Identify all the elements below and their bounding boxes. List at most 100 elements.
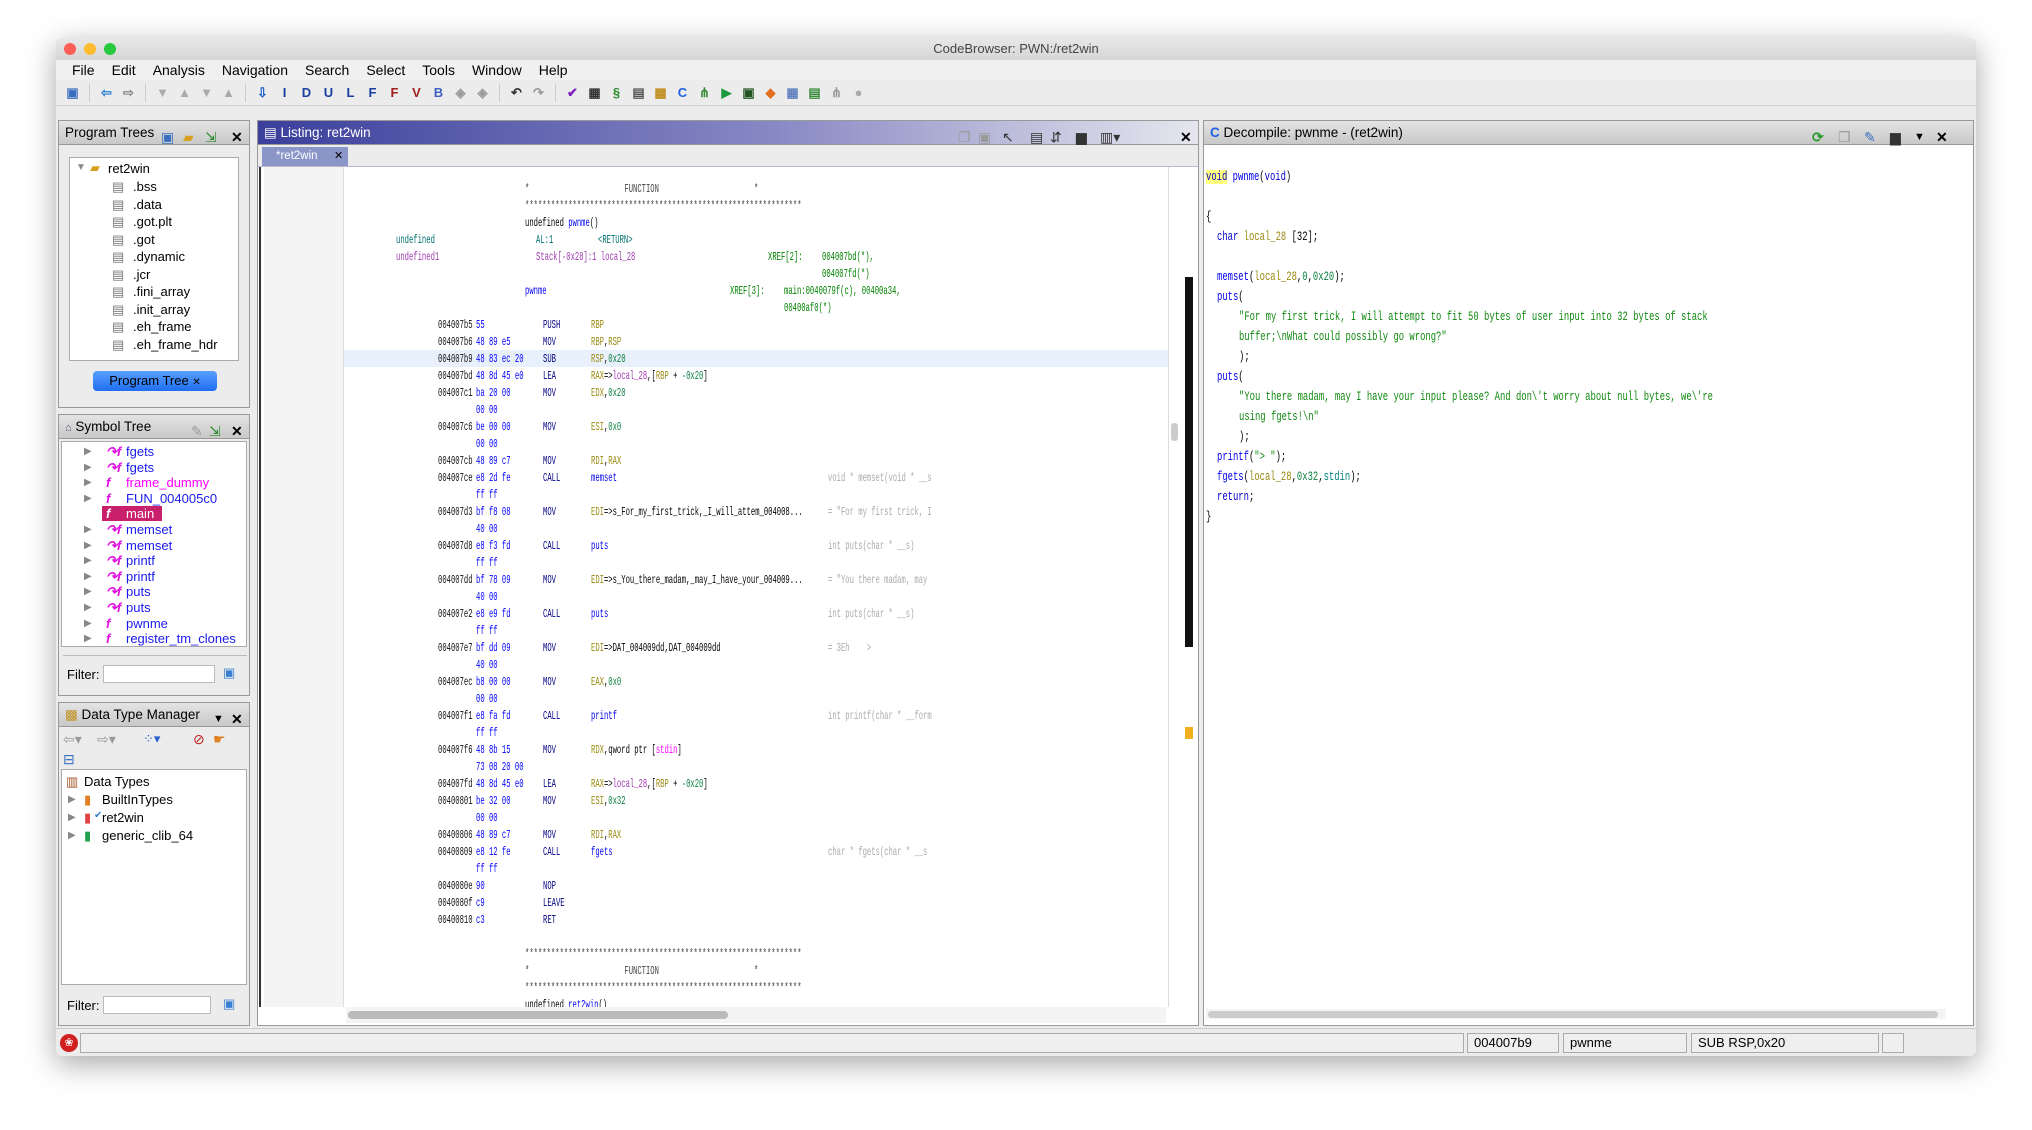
no-function-icon[interactable]: F [386, 84, 403, 101]
vertical-scrollbar[interactable] [1171, 423, 1178, 441]
mnemonic[interactable]: LEA [543, 776, 556, 793]
symbol-filter-input[interactable] [103, 665, 215, 683]
merge-icon[interactable]: ⇲ [205, 125, 217, 149]
close-icon[interactable]: ✕ [231, 125, 243, 149]
decompile-line[interactable]: "You there madam, may I have your input … [1239, 387, 1713, 407]
operands[interactable]: puts [591, 538, 608, 555]
decompile-horizontal-scroll[interactable] [1206, 1009, 1946, 1019]
down-arrow-icon[interactable]: ⇩ [254, 84, 271, 101]
datatype-icon[interactable]: ▩ [652, 84, 669, 101]
decompile-line[interactable]: memset(local_28,0,0x20); [1217, 267, 1345, 287]
function-signature[interactable]: undefined ret2win() [525, 997, 607, 1007]
program-tree-view[interactable]: ▼ ▰ ret2win ▤ .bss ▤ .data ▤ .got.plt ▤ .got ▤ .dyna… [69, 157, 239, 361]
tree-item[interactable]: .init_array [133, 302, 190, 317]
operands[interactable]: EDX,0x20 [591, 385, 626, 402]
tree-item[interactable]: .jcr [133, 267, 150, 282]
operands[interactable]: RDI,RAX [591, 453, 621, 470]
datatype-archive[interactable]: BuiltInTypes [102, 792, 173, 807]
forward-icon[interactable]: ⇨▾ [97, 731, 116, 748]
expand-icon[interactable]: ▶ [84, 586, 92, 597]
address[interactable]: 004007f6 [438, 742, 473, 759]
operands[interactable]: ESI,0x32 [591, 793, 626, 810]
filter-options-icon[interactable]: ▣ [223, 996, 235, 1012]
mnemonic[interactable]: CALL [543, 538, 560, 555]
expand-icon[interactable]: ▶ [68, 812, 76, 823]
operands[interactable]: memset [591, 470, 617, 487]
decompile-line[interactable]: ); [1239, 427, 1250, 447]
expand-icon[interactable]: ▶ [84, 524, 92, 535]
bytes-icon[interactable]: ▦ [586, 84, 603, 101]
expand-icon[interactable]: ▶ [84, 493, 92, 504]
memory-icon[interactable]: ▤ [630, 84, 647, 101]
mnemonic[interactable]: RET [543, 912, 556, 929]
listing-content[interactable]: * FUNCTION * ****************************… [258, 121, 1168, 1007]
save-icon[interactable]: ▣ [64, 84, 81, 101]
function-label[interactable]: pwnme [525, 283, 547, 300]
menu-analysis[interactable]: Analysis [145, 60, 214, 80]
operands[interactable]: fgets [591, 844, 613, 861]
mnemonic[interactable]: NOP [543, 878, 556, 895]
decompile-line[interactable]: buffer;\nWhat could possibly go wrong?" [1239, 327, 1447, 347]
nav-4-icon[interactable]: ▲ [220, 84, 237, 101]
menu-file[interactable]: File [64, 60, 104, 80]
mnemonic[interactable]: MOV [543, 334, 556, 351]
maximize-window-button[interactable] [104, 43, 116, 55]
tree-item[interactable]: .eh_frame [133, 319, 192, 334]
instruction-icon[interactable]: I [276, 84, 293, 101]
decompile-line[interactable]: fgets(local_28,0x32,stdin); [1217, 467, 1361, 487]
expand-icon[interactable]: ▶ [68, 830, 76, 841]
mnemonic[interactable]: MOV [543, 453, 556, 470]
function-icon[interactable]: F [364, 84, 381, 101]
symbol-item[interactable]: printf [126, 569, 155, 584]
new-tree-icon[interactable]: ▣ [161, 125, 174, 149]
address[interactable]: 004007bd [438, 368, 473, 385]
expand-icon[interactable]: ▶ [84, 446, 92, 457]
collapse-all-icon[interactable]: ⊟ [63, 751, 75, 768]
operands[interactable]: EDI=>s_You_there_madam,_may_I_have_your_… [591, 572, 803, 589]
xref-value[interactable]: 00400af0(*) [784, 300, 832, 317]
expand-icon[interactable]: ▶ [84, 540, 92, 551]
symbol-item[interactable]: fgets [126, 460, 154, 475]
menu-help[interactable]: Help [531, 60, 577, 80]
operands[interactable]: puts [591, 606, 608, 623]
forward-icon[interactable]: ⇨ [120, 84, 137, 101]
operands[interactable]: EDI=>DAT_004009dd,DAT_004009dd [591, 640, 721, 657]
mnemonic[interactable]: MOV [543, 504, 556, 521]
expand-icon[interactable]: ▶ [84, 477, 92, 488]
filter-types-icon[interactable]: ⁘▾ [143, 731, 160, 747]
expand-icon[interactable]: ▶ [84, 633, 92, 644]
tree-item[interactable]: .data [133, 197, 162, 212]
close-icon[interactable]: ✕ [231, 419, 243, 443]
overview-bar[interactable] [1168, 167, 1198, 1007]
undefined-icon[interactable]: U [320, 84, 337, 101]
mnemonic[interactable]: MOV [543, 742, 556, 759]
tree-item[interactable]: .got.plt [133, 214, 172, 229]
address[interactable]: 004007d3 [438, 504, 473, 521]
decompile-line[interactable]: ); [1239, 347, 1250, 367]
operands[interactable]: RBP,RSP [591, 334, 621, 351]
operands[interactable]: RAX=>local_28,[RBP + -0x20] [591, 368, 708, 385]
symbol-item[interactable]: frame_dummy [126, 475, 209, 490]
chip-icon[interactable]: ▣ [740, 84, 757, 101]
symbol-item[interactable]: pwnme [126, 616, 168, 631]
diamond-icon[interactable]: ◆ [762, 84, 779, 101]
menu-window[interactable]: Window [464, 60, 531, 80]
script-icon[interactable]: § [608, 84, 625, 101]
xref-value[interactable]: main:0040079f(c), 00400a34, [784, 283, 901, 300]
horizontal-scrollbar-thumb[interactable] [1208, 1011, 1938, 1018]
tree-item[interactable]: .bss [133, 179, 157, 194]
datatype-filter-input[interactable] [103, 996, 211, 1014]
decompile-line[interactable]: puts( [1217, 367, 1244, 387]
operands[interactable]: RDI,RAX [591, 827, 621, 844]
operands[interactable]: EDI=>s_For_my_first_trick,_I_will_attem_… [591, 504, 803, 521]
nav-1-icon[interactable]: ▼ [154, 84, 171, 101]
help-icon[interactable]: ● [850, 84, 867, 101]
data-types-root[interactable]: Data Types [84, 774, 150, 789]
bookmark-icon[interactable]: B [430, 84, 447, 101]
mnemonic[interactable]: MOV [543, 572, 556, 589]
xref-value[interactable]: 004007bd(*), [822, 249, 874, 266]
mnemonic[interactable]: CALL [543, 708, 560, 725]
ghidra-dragon-icon[interactable]: ❀ [60, 1034, 78, 1052]
variable-icon[interactable]: V [408, 84, 425, 101]
function-signature[interactable]: undefined pwnme() [525, 215, 598, 232]
